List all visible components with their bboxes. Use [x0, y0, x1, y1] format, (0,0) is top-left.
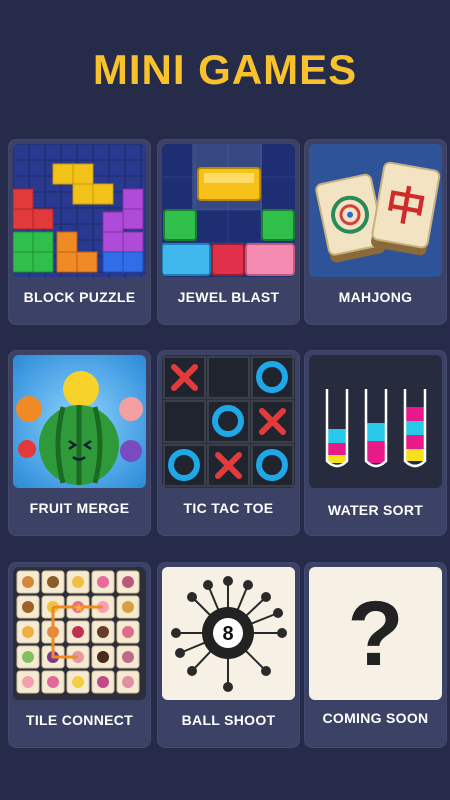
- game-label: COMING SOON: [322, 710, 429, 726]
- game-label: JEWEL BLAST: [177, 289, 280, 305]
- ball-shoot-icon: 8: [162, 567, 295, 700]
- game-label: TIC TAC TOE: [183, 500, 274, 516]
- page-title: MINI GAMES: [92, 46, 358, 93]
- mahjong-glyph: 中: [382, 181, 429, 233]
- water-sort-icon: [309, 355, 442, 488]
- fruit-merge-icon: [13, 355, 146, 488]
- question-mark-icon: ?: [309, 567, 442, 700]
- game-label: FRUIT MERGE: [29, 500, 130, 516]
- svg-text:★: ★: [74, 601, 85, 615]
- game-card-fruit-merge[interactable]: FRUIT MERGE: [8, 350, 151, 536]
- tic-tac-toe-icon: [162, 355, 295, 488]
- game-card-tile-connect[interactable]: ★ TILE CONNECT: [8, 562, 151, 748]
- game-card-mahjong[interactable]: 中 MAHJONG: [304, 139, 447, 325]
- game-label: BALL SHOOT: [181, 712, 276, 728]
- block-puzzle-icon: [13, 144, 146, 277]
- game-card-water-sort[interactable]: WATER SORT: [304, 350, 447, 536]
- question-glyph: ?: [347, 582, 404, 685]
- game-card-ball-shoot[interactable]: 8 BALL SHOOT: [157, 562, 300, 748]
- game-card-block-puzzle[interactable]: BLOCK PUZZLE: [8, 139, 151, 325]
- mahjong-tiles-icon: 中: [309, 144, 442, 277]
- jewel-blast-icon: [162, 144, 295, 277]
- game-label: TILE CONNECT: [25, 712, 134, 728]
- game-label: WATER SORT: [327, 502, 424, 518]
- tile-connect-icon: ★: [13, 567, 146, 700]
- game-card-coming-soon[interactable]: ? COMING SOON: [304, 562, 447, 748]
- ball-number: 8: [222, 623, 233, 645]
- game-label: BLOCK PUZZLE: [23, 289, 136, 305]
- game-label: MAHJONG: [338, 289, 413, 305]
- game-card-tic-tac-toe[interactable]: TIC TAC TOE: [157, 350, 300, 536]
- game-card-jewel-blast[interactable]: JEWEL BLAST: [157, 139, 300, 325]
